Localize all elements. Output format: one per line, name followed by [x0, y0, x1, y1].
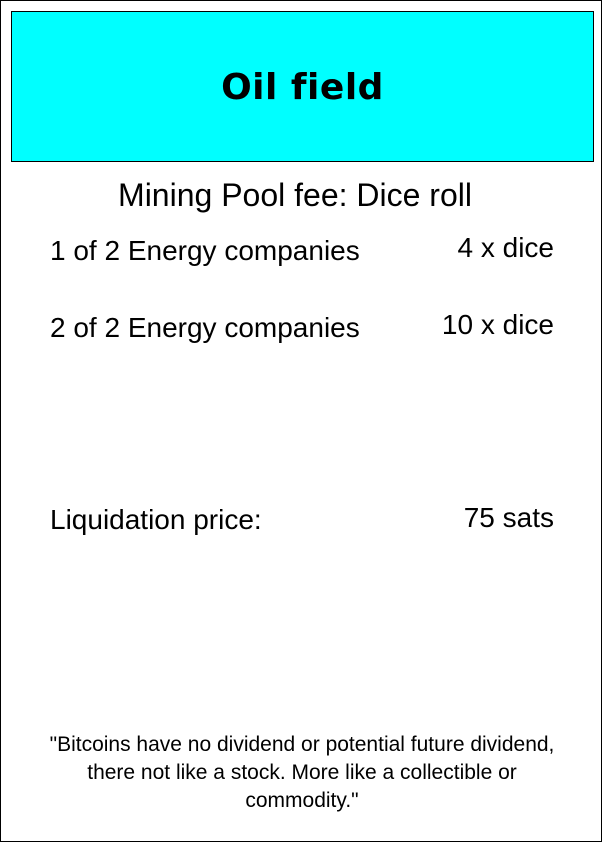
fee-row-label: 2 of 2 Energy companies — [50, 312, 360, 343]
fee-row-label: 1 of 2 Energy companies — [50, 235, 360, 266]
card-quote: "Bitcoins have no dividend or potential … — [49, 733, 555, 812]
fee-row-value: 4 x dice — [457, 232, 555, 263]
property-card: Oil field Mining Pool fee: Dice roll 1 o… — [0, 0, 602, 842]
liquidation-value: 75 sats — [463, 502, 554, 533]
card-title: Oil field — [221, 67, 384, 108]
fee-title: Mining Pool fee: Dice roll — [118, 177, 472, 213]
fee-row-value: 10 x dice — [441, 309, 554, 340]
card-header: Oil field — [11, 11, 594, 162]
liquidation-label: Liquidation price: — [50, 504, 262, 535]
